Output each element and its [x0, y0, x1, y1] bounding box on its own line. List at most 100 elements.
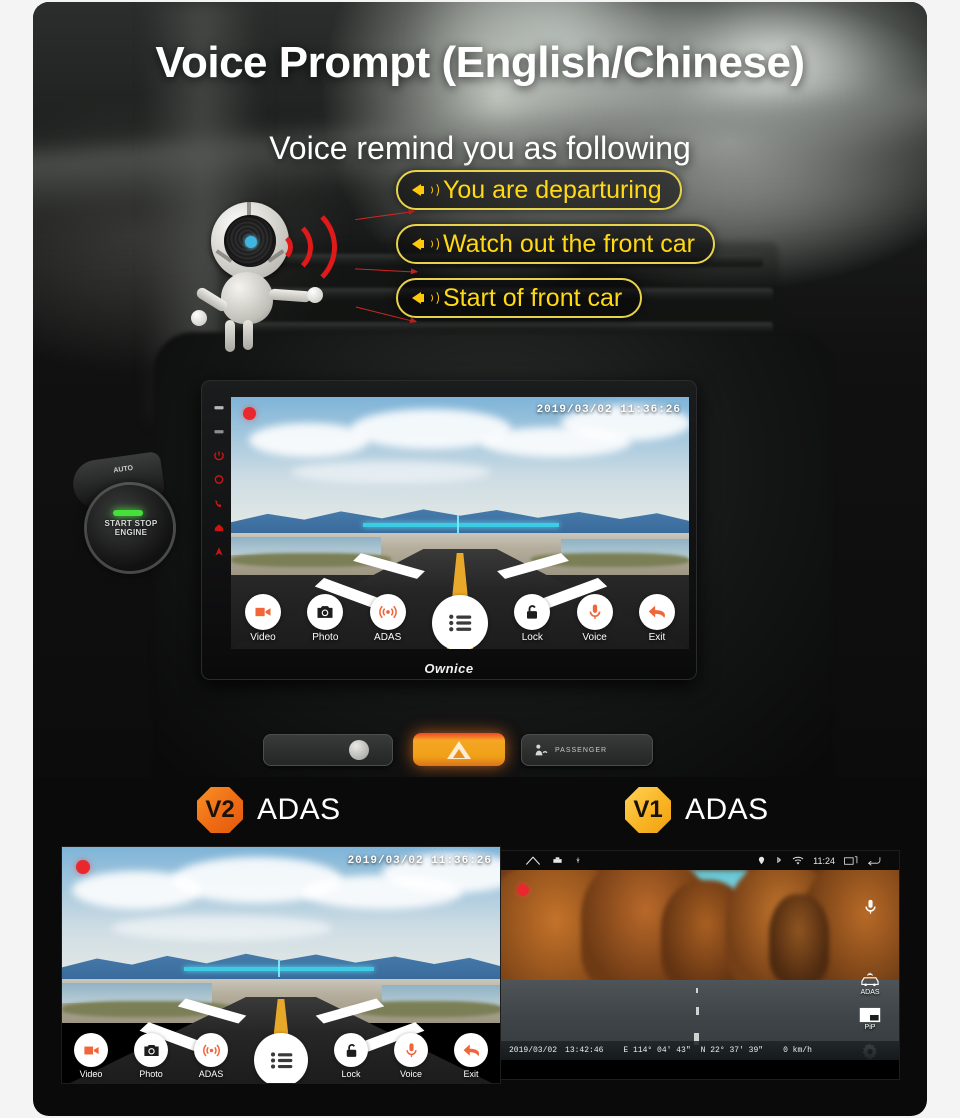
telemetry-speed: 0 km/h — [783, 1046, 812, 1055]
head-unit-bezel-indicators — [208, 396, 230, 664]
version-badge-v1: V1 — [625, 787, 671, 833]
toolbar-item-video[interactable]: Video — [245, 594, 281, 643]
voice-prompt-bubble-1[interactable]: You are departuring — [396, 170, 682, 210]
toolbar-item-lock[interactable]: Lock — [514, 594, 551, 643]
road-dash-line — [696, 1006, 700, 1015]
bezel-phone-icon[interactable] — [213, 498, 225, 509]
video-camera-icon — [74, 1033, 108, 1067]
wifi-icon — [792, 856, 804, 864]
version-group-v1: V1 ADAS — [625, 787, 769, 833]
menu-list-icon — [431, 595, 488, 649]
video-camera-icon — [245, 594, 281, 630]
toolbar-item-video[interactable]: Video — [74, 1033, 108, 1079]
telemetry-time: 13:42:46 — [565, 1046, 604, 1055]
toolbar-item-adas[interactable]: ADAS — [194, 1033, 228, 1079]
recording-indicator — [76, 860, 90, 874]
screenshot-v2-ui[interactable]: 2019/03/02 11:36:26 Video Photo ADAS Loc… — [62, 847, 500, 1083]
sidebar-label: PiP — [864, 1024, 876, 1031]
robot-hand-left — [191, 310, 207, 326]
sidebar-item-voice[interactable] — [861, 896, 880, 919]
bezel-volume-icon[interactable] — [213, 474, 225, 485]
microphone-icon — [576, 594, 613, 630]
road-scene: 2019/03/02 11:36:26 Video Photo ADAS Loc… — [62, 847, 500, 1083]
dash-blank-button-left[interactable] — [263, 734, 393, 766]
android-status-bar: 11:24 — [501, 851, 899, 870]
recording-indicator — [517, 884, 529, 896]
adas-car-icon — [861, 972, 879, 987]
robot-leg — [225, 320, 235, 352]
adas-signal-icon — [369, 594, 406, 630]
cloud — [291, 461, 491, 483]
camera-icon — [134, 1033, 168, 1067]
dash-round-knob[interactable] — [349, 740, 369, 760]
home-icon[interactable] — [525, 855, 541, 866]
forest-road-scene: ADAS PiP Settings 2019/ — [501, 870, 899, 1060]
toolbar-item-menu[interactable] — [254, 1033, 308, 1083]
toolbar-item-lock[interactable]: Lock — [334, 1033, 368, 1079]
bezel-home-icon[interactable] — [213, 522, 225, 533]
usb-icon[interactable] — [574, 855, 582, 866]
page-title: Voice Prompt (English/Chinese) — [155, 38, 805, 87]
toolbar-label: Video — [250, 632, 276, 643]
toolbar-item-voice[interactable]: Voice — [576, 594, 613, 643]
toolbar-item-adas[interactable]: ADAS — [369, 594, 406, 643]
toolbar-item-photo[interactable]: Photo — [134, 1033, 168, 1079]
back-arrow-icon[interactable] — [867, 855, 881, 866]
toolbar-label: Exit — [463, 1069, 479, 1079]
speaker-icon — [412, 288, 439, 308]
bluetooth-icon — [777, 856, 782, 864]
ignition-label: START STOP ENGINE — [104, 519, 158, 537]
version-group-v2: V2 ADAS — [197, 787, 341, 833]
screenshot-v1-ui[interactable]: 11:24 ADAS PiP 2019/03/02 13:42:46 E 114… — [501, 851, 899, 1079]
robot-assistant — [191, 194, 391, 379]
toolbar-label: ADAS — [374, 632, 402, 643]
speaker-icon — [412, 180, 439, 200]
stalk-auto-label: AUTO — [113, 464, 134, 475]
car-head-unit: 2019/03/02 11:36:26 Video Photo ADAS Loc… — [201, 380, 697, 680]
toolbar-label: Lock — [521, 632, 543, 643]
recents-icon[interactable] — [844, 855, 858, 866]
apps-icon[interactable] — [552, 855, 563, 866]
adas-center-tick — [457, 515, 459, 533]
status-bar-right: 11:24 — [757, 855, 899, 866]
hazard-warning-button[interactable] — [413, 733, 505, 766]
passenger-airbag-indicator: PASSENGER — [521, 734, 653, 766]
lock-icon — [514, 594, 551, 630]
voice-prompt-bubble-2[interactable]: Watch out the front car — [396, 224, 715, 264]
exit-back-arrow-icon — [638, 594, 675, 630]
voice-prompt-text: You are departuring — [443, 175, 662, 204]
sidebar-label: ADAS — [860, 989, 880, 996]
toolbar-item-exit[interactable]: Exit — [638, 594, 675, 643]
voice-prompt-text: Start of front car — [443, 283, 623, 312]
road-scene: 2019/03/02 11:36:26 Video Photo ADAS Loc… — [231, 397, 689, 649]
video-timestamp: 2019/03/02 11:36:26 — [347, 855, 492, 867]
camera-icon — [307, 594, 344, 630]
version-badge-v2: V2 — [197, 787, 243, 833]
speaker-icon — [412, 234, 439, 254]
toolbar-label: Video — [79, 1069, 103, 1079]
toolbar-item-exit[interactable]: Exit — [454, 1033, 488, 1079]
voice-prompt-bubble-3[interactable]: Start of front car — [396, 278, 643, 318]
page-root: AUTO START STOP ENGINE Voice Prompt (Eng… — [0, 0, 960, 1118]
ignition-indicator-led — [113, 510, 143, 516]
toolbar-label: ADAS — [198, 1069, 224, 1079]
video-timestamp: 2019/03/02 11:36:26 — [536, 404, 681, 416]
autumn-tree — [769, 894, 829, 984]
dashboard-button-row: PASSENGER — [263, 730, 653, 772]
toolbar-label: Voice — [399, 1069, 423, 1079]
bezel-power-icon[interactable] — [213, 450, 225, 461]
toolbar-item-photo[interactable]: Photo — [307, 594, 344, 643]
sidebar-item-pip[interactable]: PiP — [859, 1007, 881, 1031]
airbag-icon — [535, 744, 548, 756]
sidebar-item-adas[interactable]: ADAS — [859, 972, 881, 996]
version-label-v1: ADAS — [685, 793, 769, 826]
passenger-airbag-label: PASSENGER — [555, 746, 608, 754]
adas-signal-icon — [194, 1033, 228, 1067]
head-unit-screen[interactable]: 2019/03/02 11:36:26 Video Photo ADAS Loc… — [231, 397, 689, 649]
bezel-nav-icon[interactable] — [213, 546, 225, 557]
toolbar-item-voice[interactable]: Voice — [394, 1033, 428, 1079]
sound-wave-3 — [247, 202, 337, 292]
toolbar-item-menu[interactable] — [431, 595, 488, 649]
status-bar-clock: 11:24 — [813, 855, 835, 866]
hazard-warning-icon — [447, 740, 471, 759]
